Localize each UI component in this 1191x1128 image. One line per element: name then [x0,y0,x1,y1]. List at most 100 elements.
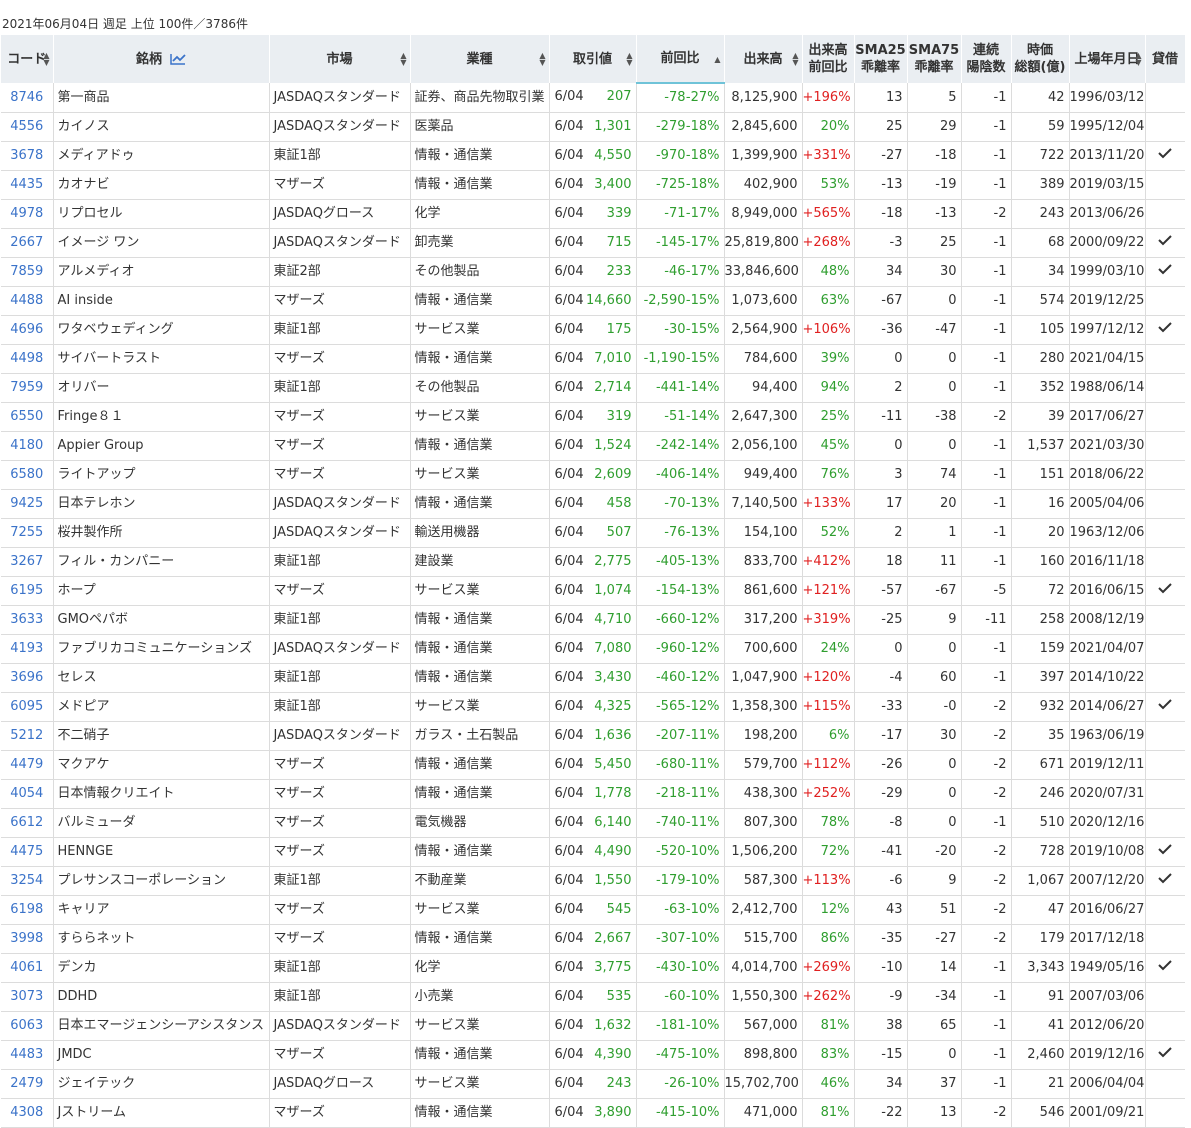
stock-code-link[interactable]: 4475 [10,844,43,859]
table-row[interactable]: 4978 リプロセル JASDAQグロース 化学 6/04 339 -71 -17% 8,949… [1,199,1185,229]
market-cap-cell: 21 [1011,1069,1070,1099]
change-value: -46 [664,264,686,279]
stock-code-link[interactable]: 7959 [10,380,43,395]
header-lending[interactable]: 貸借 [1145,35,1186,83]
stock-code-link[interactable]: 6095 [10,699,43,714]
header-market-cap[interactable]: 時価 総額(億) [1011,35,1070,83]
stock-code-link[interactable]: 6612 [10,815,43,830]
header-sector[interactable]: 業種 ▲ ▼ [410,35,550,83]
table-row[interactable]: 6550 Fringe８１ マザーズ サービス業 6/04 319 -51 -14% 2,647… [1,402,1185,432]
table-row[interactable]: 3696 セレス 東証1部 情報・通信業 6/04 3,430 -460 -12% 1,047,… [1,663,1185,693]
header-streak[interactable]: 連続 陽陰数 [961,35,1012,83]
table-row[interactable]: 2667 イメージ ワン JASDAQスタンダード 卸売業 6/04 715 -145 -17… [1,228,1185,258]
table-row[interactable]: 4308 Jストリーム マザーズ 情報・通信業 6/04 3,890 -415 -10% 471… [1,1098,1185,1128]
stock-code-link[interactable]: 4180 [10,438,43,453]
sort-arrows-icon[interactable]: ▲ ▼ [43,52,51,67]
sort-arrows-icon[interactable]: ▲ ▼ [539,52,547,67]
header-listed-date[interactable]: 上場年月日 ▲ ▼ [1069,35,1146,83]
table-row[interactable]: 6063 日本エマージェンシーアシスタンス JASDAQスタンダード サービス業 6/0… [1,1011,1185,1041]
stock-code-link[interactable]: 6198 [10,902,43,917]
table-row[interactable]: 4488 AI inside マザーズ 情報・通信業 6/04 14,660 -2,590-… [1,286,1185,316]
table-row[interactable]: 6195 ホープ マザーズ サービス業 6/04 1,074 -154 -13% 861,600… [1,576,1185,606]
stock-code-link[interactable]: 6550 [10,409,43,424]
header-sma25[interactable]: SMA25 乖離率 [854,35,908,83]
line-chart-icon[interactable] [170,53,186,65]
table-row[interactable]: 6580 ライトアップ マザーズ サービス業 6/04 2,609 -406 -14% 949,… [1,460,1185,490]
stock-code-link[interactable]: 4435 [10,177,43,192]
table-row[interactable]: 4475 HENNGE マザーズ 情報・通信業 6/04 4,490 -520 -10% 1,5… [1,837,1185,867]
table-row[interactable]: 4180 Appier Group マザーズ 情報・通信業 6/04 1,524 -242-… [1,431,1185,461]
stock-code-link[interactable]: 4556 [10,119,43,134]
table-row[interactable]: 6198 キャリア マザーズ サービス業 6/04 545 -63 -10% 2,412,700… [1,895,1185,925]
sort-arrows-icon[interactable]: ▲ ▼ [626,52,634,67]
sort-arrows-icon[interactable]: ▲ ▼ [400,52,408,67]
table-row[interactable]: 8746 第一商品 JASDAQスタンダード 証券、商品先物取引業 6/04 207 -78… [1,83,1185,113]
table-row[interactable]: 7959 オリバー 東証1部 その他製品 6/04 2,714 -441 -14% 94,400… [1,373,1185,403]
stock-code-link[interactable]: 4696 [10,322,43,337]
volume-cell: 700,600 [724,634,803,664]
stock-code-link[interactable]: 4978 [10,206,43,221]
header-sma75[interactable]: SMA75 乖離率 [907,35,962,83]
table-row[interactable]: 3633 GMOペパボ 東証1部 情報・通信業 6/04 4,710 -660 -12% 317… [1,605,1185,635]
header-code[interactable]: コード ▲ ▼ [1,35,54,83]
stock-code-link[interactable]: 3267 [10,554,43,569]
table-row[interactable]: 4435 カオナビ マザーズ 情報・通信業 6/04 3,400 -725 -18% 402,9… [1,170,1185,200]
stock-code-link[interactable]: 3696 [10,670,43,685]
stock-code-link[interactable]: 7255 [10,525,43,540]
table-row[interactable]: 4193 ファブリカコミュニケーションズ JASDAQスタンダード 情報・通信業 6/0… [1,634,1185,664]
table-row[interactable]: 4054 日本情報クリエイト マザーズ 情報・通信業 6/04 1,778 -218 -11%… [1,779,1185,809]
header-volume-ratio[interactable]: 出来高 前回比 [802,35,855,83]
stock-code-link[interactable]: 6195 [10,583,43,598]
table-row[interactable]: 3267 フィル・カンパニー 東証1部 建設業 6/04 2,775 -405 -13% 833… [1,547,1185,577]
table-row[interactable]: 4483 JMDC マザーズ 情報・通信業 6/04 4,390 -475 -10% 898,8… [1,1040,1185,1070]
table-row[interactable]: 7859 アルメディオ 東証2部 その他製品 6/04 233 -46 -17% 33,846,… [1,257,1185,287]
stock-code-link[interactable]: 4193 [10,641,43,656]
stock-code-link[interactable]: 2479 [10,1076,43,1091]
stock-code-link[interactable]: 3998 [10,931,43,946]
stock-code-link[interactable]: 3254 [10,873,43,888]
header-volume[interactable]: 出来高 ▲ ▼ [724,35,803,83]
table-row[interactable]: 4061 デンカ 東証1部 化学 6/04 3,775 -430 -10% 4,014,700 +… [1,953,1185,983]
sort-arrows-icon[interactable]: ▲ ▼ [1135,52,1143,67]
stock-code-link[interactable]: 8746 [10,90,43,105]
table-row[interactable]: 3254 プレサンスコーポレーション 東証1部 不動産業 6/04 1,550 -179 -1… [1,866,1185,896]
header-price[interactable]: 取引値 ▲ ▼ [549,35,637,83]
stock-code-link[interactable]: 4498 [10,351,43,366]
table-row[interactable]: 4479 マクアケ マザーズ 情報・通信業 6/04 5,450 -680 -11% 579,7… [1,750,1185,780]
table-row[interactable]: 2479 ジェイテック JASDAQグロース サービス業 6/04 243 -26 -10% 1… [1,1069,1185,1099]
table-row[interactable]: 3678 メディアドゥ 東証1部 情報・通信業 6/04 4,550 -970 -18% 1,3… [1,141,1185,171]
table-row[interactable]: 4696 ワタベウェディング 東証1部 サービス業 6/04 175 -30 -15% 2,56… [1,315,1185,345]
stock-code-link[interactable]: 6063 [10,1018,43,1033]
table-row[interactable]: 4556 カイノス JASDAQスタンダード 医薬品 6/04 1,301 -279 -18%… [1,112,1185,142]
stock-code-link[interactable]: 4488 [10,293,43,308]
header-name[interactable]: 銘柄 [53,35,270,83]
change-percent: -15% [685,351,720,366]
stock-code-link[interactable]: 4061 [10,960,43,975]
stock-code-link[interactable]: 3633 [10,612,43,627]
stock-code-link[interactable]: 3073 [10,989,43,1004]
table-row[interactable]: 6612 バルミューダ マザーズ 電気機器 6/04 6,140 -740 -11% 807,3… [1,808,1185,838]
stock-code-link[interactable]: 4479 [10,757,43,772]
sort-arrows-icon[interactable]: ▲ ▼ [792,52,800,67]
table-row[interactable]: 4498 サイバートラスト マザーズ 情報・通信業 6/04 7,010 -1,190 -15… [1,344,1185,374]
stock-code-link[interactable]: 4054 [10,786,43,801]
table-row[interactable]: 6095 メドピア 東証1部 サービス業 6/04 4,325 -565 -12% 1,358,… [1,692,1185,722]
stock-code-link[interactable]: 9425 [10,496,43,511]
stock-code-link[interactable]: 4308 [10,1105,43,1120]
stock-code-link[interactable]: 2667 [10,235,43,250]
stock-code-link[interactable]: 5212 [10,728,43,743]
sort-desc-icon[interactable]: ▲ [714,55,722,63]
change-value: -70 [664,496,686,511]
table-row[interactable]: 3073 DDHD 東証1部 小売業 6/04 535 -60 -10% 1,550,300 +2… [1,982,1185,1012]
stock-code-link[interactable]: 3678 [10,148,43,163]
header-market[interactable]: 市場 ▲ ▼ [269,35,411,83]
header-change[interactable]: 前回比 ▲ [636,35,725,84]
table-row[interactable]: 9425 日本テレホン JASDAQスタンダード 情報・通信業 6/04 458 -70 -1… [1,489,1185,519]
table-row[interactable]: 5212 不二硝子 JASDAQスタンダード ガラス・土石製品 6/04 1,636 -20… [1,721,1185,751]
stock-code-link[interactable]: 6580 [10,467,43,482]
stock-code-link[interactable]: 4483 [10,1047,43,1062]
stock-code-link[interactable]: 7859 [10,264,43,279]
table-row[interactable]: 7255 桜井製作所 JASDAQスタンダード 輸送用機器 6/04 507 -76 -13%… [1,518,1185,548]
change-percent: -12% [685,699,720,714]
table-row[interactable]: 3998 すららネット マザーズ 情報・通信業 6/04 2,667 -307 -10% 515… [1,924,1185,954]
